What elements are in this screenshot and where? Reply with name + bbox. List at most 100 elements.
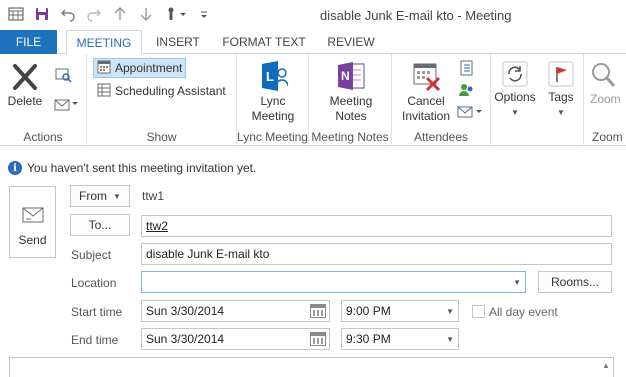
end-time-field[interactable]: 9:30 PM ▼: [341, 328, 459, 350]
check-names-icon[interactable]: [458, 82, 474, 98]
tab-file[interactable]: FILE: [0, 30, 57, 54]
from-button[interactable]: From ▼: [70, 185, 130, 207]
cancel-invitation-label-line2: Invitation: [401, 109, 451, 123]
rooms-button[interactable]: Rooms...: [538, 271, 612, 293]
options-icon: [501, 60, 529, 88]
group-actions-label: Actions: [23, 130, 63, 144]
scheduling-label: Scheduling Assistant: [115, 84, 226, 98]
scheduling-icon: [97, 83, 111, 100]
end-date-calendar-icon[interactable]: [310, 332, 326, 346]
group-meeting-notes-label: Meeting Notes: [311, 130, 389, 144]
undo-icon[interactable]: [60, 6, 76, 22]
end-time-label: End time: [71, 333, 119, 347]
info-bar: i You haven't sent this meeting invitati…: [8, 159, 256, 177]
start-time-label: Start time: [71, 305, 123, 319]
send-label: Send: [18, 233, 47, 247]
tags-caret-icon: ▼: [557, 108, 565, 117]
start-time-dropdown-icon[interactable]: ▼: [446, 307, 454, 316]
scheduling-assistant-button[interactable]: Scheduling Assistant: [94, 81, 229, 101]
touch-mode-icon[interactable]: [164, 6, 186, 22]
customize-icon[interactable]: [196, 6, 212, 22]
from-caret-icon: ▼: [113, 191, 121, 201]
group-show-label: Show: [146, 130, 177, 144]
quick-access-toolbar: [8, 6, 212, 22]
cancel-invitation-label-line1: Cancel: [407, 94, 445, 108]
start-date-value: Sun 3/30/2014: [146, 304, 225, 318]
lync-label-line2: Meeting: [251, 109, 295, 123]
location-label: Location: [71, 276, 117, 290]
tab-format-text[interactable]: FORMAT TEXT: [214, 30, 314, 54]
svg-text:N: N: [341, 69, 350, 83]
subject-label: Subject: [71, 248, 112, 262]
group-attendees-label: Attendees: [413, 130, 469, 144]
save-icon[interactable]: [34, 6, 50, 22]
address-book-icon[interactable]: [458, 60, 474, 76]
all-day-label: All day event: [489, 305, 558, 319]
tab-insert[interactable]: INSERT: [148, 30, 208, 54]
outlook-icon[interactable]: [8, 6, 24, 22]
tags-button[interactable]: Tags ▼: [541, 60, 581, 120]
to-button[interactable]: To...: [70, 214, 130, 236]
tab-review[interactable]: REVIEW: [318, 30, 384, 54]
to-label: To...: [88, 218, 112, 232]
group-zoom: Zoom Zoom: [584, 54, 626, 146]
message-body[interactable]: ▲: [9, 357, 614, 377]
group-show: Appointment Scheduling Assistant Show: [87, 54, 237, 146]
up-arrow-icon[interactable]: [112, 6, 128, 22]
meeting-notes-label-line2: Notes: [335, 109, 367, 123]
from-label: From: [79, 189, 108, 203]
find-icon[interactable]: [54, 66, 72, 84]
start-date-calendar-icon[interactable]: [310, 304, 326, 318]
group-zoom-label: Zoom: [592, 130, 623, 144]
window-title: disable Junk E-mail kto - Meeting: [320, 8, 512, 23]
end-date-field[interactable]: Sun 3/30/2014: [141, 328, 330, 350]
group-lync-label: Lync Meeting: [237, 130, 308, 144]
delete-button[interactable]: Delete: [6, 62, 44, 109]
location-field[interactable]: ▼: [141, 271, 526, 293]
delete-icon: [11, 62, 39, 92]
end-time-dropdown-icon[interactable]: ▼: [446, 335, 454, 344]
info-text: You haven't sent this meeting invitation…: [27, 161, 257, 175]
group-lync: L Lync Meeting Lync Meeting: [237, 54, 309, 146]
lync-icon: L: [258, 60, 289, 92]
appointment-button[interactable]: Appointment: [93, 58, 187, 78]
group-actions: Delete Actions: [0, 54, 87, 146]
all-day-checkbox[interactable]: [472, 305, 485, 318]
to-recipient[interactable]: ttw2: [146, 219, 168, 233]
start-time-field[interactable]: 9:00 PM ▼: [341, 300, 459, 322]
tag-flag-icon: [547, 60, 575, 88]
zoom-label: Zoom: [590, 92, 621, 106]
group-attendees: Cancel Invitation Attendees: [392, 54, 491, 146]
end-date-value: Sun 3/30/2014: [146, 332, 225, 346]
onenote-icon: N: [336, 60, 366, 92]
zoom-button[interactable]: Zoom: [590, 60, 626, 107]
options-button[interactable]: Options ▼: [493, 60, 537, 120]
ribbon: Delete Actions Appointment Scheduling As…: [0, 54, 626, 146]
delete-label: Delete: [7, 94, 43, 108]
options-caret-icon: ▼: [511, 108, 519, 117]
start-time-value: 9:00 PM: [346, 304, 391, 318]
cancel-invitation-button[interactable]: Cancel Invitation: [396, 60, 456, 124]
scroll-up-icon[interactable]: ▲: [599, 358, 613, 372]
location-dropdown-icon[interactable]: ▼: [513, 278, 521, 287]
tags-label: Tags: [548, 90, 574, 104]
response-options-icon[interactable]: [456, 104, 484, 120]
to-field[interactable]: ttw2: [141, 215, 612, 237]
cancel-invitation-icon: [411, 60, 441, 92]
info-icon: i: [8, 161, 22, 175]
tab-meeting[interactable]: MEETING: [66, 30, 142, 55]
title-bar: disable Junk E-mail kto - Meeting: [0, 0, 626, 30]
send-icon: [21, 205, 45, 225]
lync-meeting-button[interactable]: L Lync Meeting: [243, 60, 303, 124]
subject-value: disable Junk E-mail kto: [146, 247, 270, 261]
down-arrow-icon[interactable]: [138, 6, 154, 22]
send-button[interactable]: Send: [9, 186, 56, 258]
meeting-notes-button[interactable]: N Meeting Notes: [321, 60, 381, 124]
lync-label-line1: Lync: [260, 94, 286, 108]
appointment-label: Appointment: [115, 61, 183, 75]
start-date-field[interactable]: Sun 3/30/2014: [141, 300, 330, 322]
rooms-label: Rooms...: [550, 275, 599, 289]
subject-field[interactable]: disable Junk E-mail kto: [141, 243, 612, 265]
reply-icon[interactable]: [54, 96, 80, 114]
redo-icon[interactable]: [86, 6, 102, 22]
